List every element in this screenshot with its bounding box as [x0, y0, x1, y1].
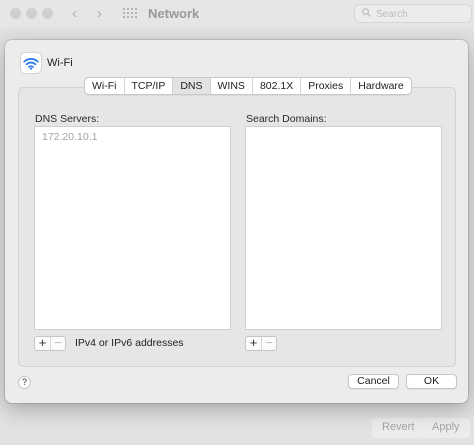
add-search-domain-button[interactable]: + [246, 337, 261, 350]
add-dns-server-button[interactable]: + [35, 337, 50, 350]
minimize-window-button[interactable] [26, 8, 37, 19]
tab-wifi[interactable]: Wi-Fi [85, 78, 125, 94]
help-button[interactable]: ? [18, 376, 31, 389]
tab-proxies[interactable]: Proxies [301, 78, 352, 94]
tab-8021x[interactable]: 802.1X [253, 78, 302, 94]
tab-wins[interactable]: WINS [211, 78, 253, 94]
dns-servers-list[interactable]: 172.20.10.1 [34, 126, 231, 330]
search-placeholder: Search [376, 9, 408, 20]
remove-search-domain-button[interactable]: − [261, 337, 276, 350]
tab-hardware[interactable]: Hardware [351, 78, 411, 94]
dns-server-entry[interactable]: 172.20.10.1 [42, 131, 97, 143]
search-icon [362, 8, 371, 20]
zoom-window-button[interactable] [42, 8, 53, 19]
search-domains-add-remove-control: + − [245, 336, 277, 351]
tab-bar: Wi-Fi TCP/IP DNS WINS 802.1X Proxies Har… [84, 77, 412, 95]
window-title: Network [148, 6, 200, 21]
cancel-button[interactable]: Cancel [348, 374, 399, 389]
dns-servers-label: DNS Servers: [35, 113, 100, 125]
search-field[interactable]: Search [354, 4, 472, 23]
background-titlebar: ‹ › Network Search [0, 0, 474, 28]
search-domains-list[interactable] [245, 126, 442, 330]
remove-dns-server-button[interactable]: − [50, 337, 65, 350]
close-window-button[interactable] [10, 8, 21, 19]
search-domains-label: Search Domains: [246, 113, 327, 125]
dns-add-remove-control: + − [34, 336, 66, 351]
show-all-grid-icon[interactable] [123, 8, 138, 20]
forward-nav-button[interactable]: › [97, 5, 102, 22]
tab-tcpip[interactable]: TCP/IP [125, 78, 174, 94]
ok-button[interactable]: OK [406, 374, 457, 389]
revert-button[interactable]: Revert [372, 418, 425, 438]
tab-dns[interactable]: DNS [173, 78, 211, 94]
sheet-title: Wi-Fi [47, 57, 73, 69]
wifi-icon [20, 52, 42, 74]
back-nav-button[interactable]: ‹ [72, 5, 77, 22]
apply-button[interactable]: Apply [422, 418, 470, 438]
wifi-advanced-sheet: Wi-Fi Wi-Fi TCP/IP DNS WINS 802.1X Proxi… [5, 40, 468, 403]
dns-hint: IPv4 or IPv6 addresses [75, 337, 184, 349]
